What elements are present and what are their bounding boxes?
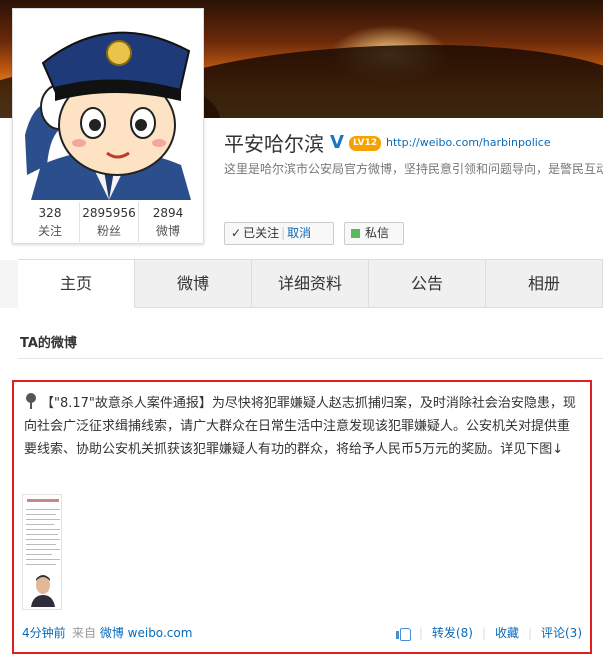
stat-posts-value: 2894 xyxy=(152,206,184,220)
checkmark-icon: ✓ xyxy=(231,226,242,240)
section-divider xyxy=(18,358,603,359)
post-footer: 4分钟前 来自 微博 weibo.com | 转发(8) | 收藏 | 评论(3… xyxy=(22,624,582,642)
profile-stats: 328 关注 2895956 粉丝 2894 微博 xyxy=(21,202,197,242)
comment-link[interactable]: 评论(3) xyxy=(541,624,582,641)
like-icon[interactable] xyxy=(395,626,411,641)
thumbnail-line xyxy=(26,544,56,545)
repost-link[interactable]: 转发(8) xyxy=(432,624,473,641)
stat-following[interactable]: 328 关注 xyxy=(21,202,79,242)
thumbnail-line xyxy=(26,509,60,510)
post-text: 【"8.17"故意杀人案件通报】为尽快将犯罪嫌疑人赵志抓捕归案，及时消除社会治安… xyxy=(24,396,576,457)
tab-announcements[interactable]: 公告 xyxy=(369,260,486,308)
thumbnail-line xyxy=(26,534,58,535)
post-text-block: 【"8.17"故意杀人案件通报】为尽快将犯罪嫌疑人赵志抓捕归案，及时消除社会治安… xyxy=(24,392,580,461)
divider: | xyxy=(281,226,286,240)
favorite-link[interactable]: 收藏 xyxy=(495,624,519,641)
stat-posts[interactable]: 2894 微博 xyxy=(138,202,197,242)
microphone-icon xyxy=(24,393,38,409)
post-image-thumbnail[interactable] xyxy=(22,494,62,610)
stat-following-label: 关注 xyxy=(37,224,62,238)
suspect-photo xyxy=(29,573,57,607)
unfollow-link[interactable]: 取消 xyxy=(287,226,311,240)
thumbnail-line xyxy=(26,549,60,550)
stat-followers[interactable]: 2895956 粉丝 xyxy=(79,202,138,242)
source-prefix: 来自 xyxy=(72,626,97,640)
stat-followers-value: 2895956 xyxy=(82,206,136,220)
post-source: 来自 微博 weibo.com xyxy=(72,624,192,641)
tab-details[interactable]: 详细资料 xyxy=(252,260,369,308)
thumbnail-line xyxy=(26,539,60,540)
message-button[interactable]: 私信 xyxy=(344,222,404,245)
section-title: TA的微博 xyxy=(20,336,77,351)
followed-button[interactable]: ✓ 已关注 | 取消 xyxy=(224,222,334,245)
tab-home[interactable]: 主页 xyxy=(18,260,135,309)
verified-v-icon[interactable]: V xyxy=(330,132,344,153)
thumbnail-line xyxy=(26,529,60,530)
source-link[interactable]: 微博 weibo.com xyxy=(100,626,193,640)
thumbnail-line xyxy=(26,559,60,560)
followed-label: 已关注 xyxy=(243,226,280,240)
tab-weibo[interactable]: 微博 xyxy=(135,260,252,308)
divider: | xyxy=(481,625,486,640)
thumbnail-line xyxy=(26,554,52,555)
divider: | xyxy=(527,625,532,640)
profile-intro: 这里是哈尔滨市公安局官方微博，坚持民意引领和问题导向，是警民互动 xyxy=(224,162,603,176)
message-icon xyxy=(351,229,360,238)
post-actions: | 转发(8) | 收藏 | 评论(3) xyxy=(395,624,582,641)
tab-album[interactable]: 相册 xyxy=(486,260,603,308)
profile-url-link[interactable]: http://weibo.com/harbinpolice xyxy=(386,136,551,149)
stat-followers-label: 粉丝 xyxy=(96,224,121,238)
profile-tabs: 主页 微博 详细资料 公告 相册 xyxy=(18,259,603,309)
divider: | xyxy=(418,625,423,640)
thumbnail-line xyxy=(26,564,56,565)
stat-posts-label: 微博 xyxy=(155,224,180,238)
avatar-card: 328 关注 2895956 粉丝 2894 微博 xyxy=(12,8,204,244)
thumbnail-title xyxy=(27,499,59,502)
post-time-link[interactable]: 4分钟前 xyxy=(22,624,66,641)
thumbnail-line xyxy=(26,524,54,525)
message-label: 私信 xyxy=(365,226,390,240)
thumbnail-line xyxy=(26,514,56,515)
weibo-post: 【"8.17"故意杀人案件通报】为尽快将犯罪嫌疑人赵志抓捕归案，及时消除社会治安… xyxy=(12,380,592,654)
level-badge[interactable]: LV12 xyxy=(349,136,381,151)
profile-name: 平安哈尔滨 xyxy=(224,132,324,156)
stat-following-value: 328 xyxy=(38,206,62,220)
avatar[interactable] xyxy=(21,15,197,200)
thumbnail-line xyxy=(26,519,60,520)
